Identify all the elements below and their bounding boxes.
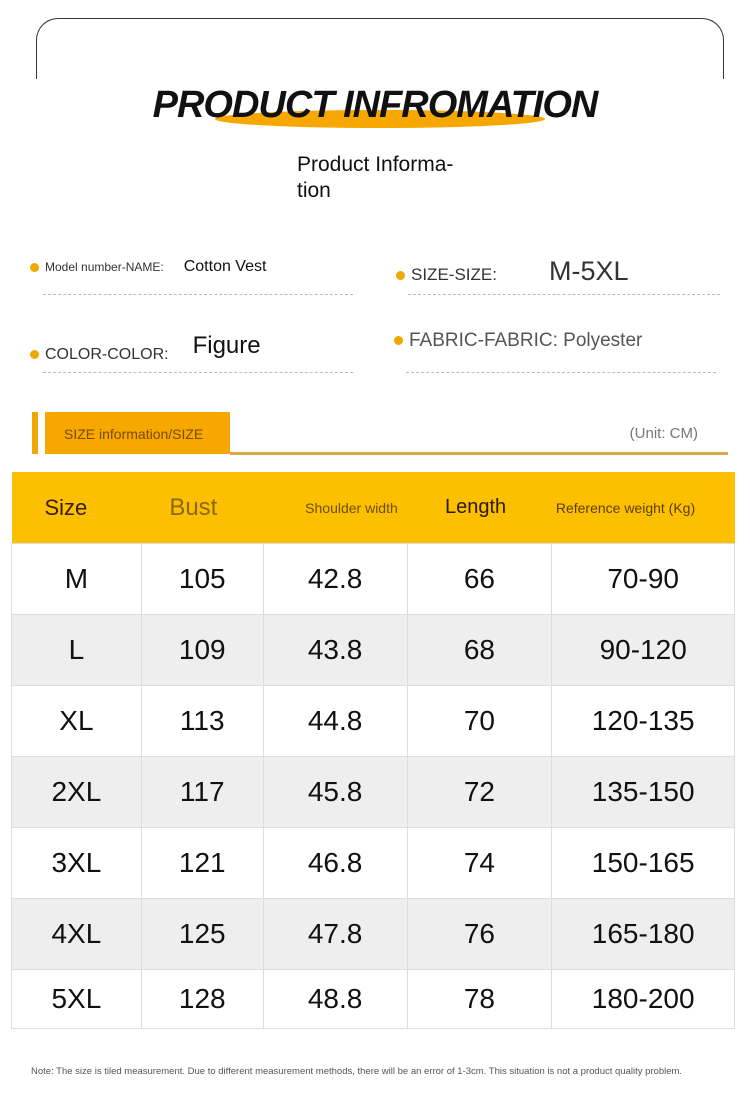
bullet-icon (30, 350, 39, 360)
table-cell: 150-165 (551, 827, 735, 899)
table-cell: 125 (140, 898, 264, 970)
divider (406, 372, 716, 373)
field-label: COLOR-COLOR: (45, 346, 169, 363)
table-cell: 113 (140, 685, 264, 757)
table-cell: 43.8 (262, 614, 408, 686)
table-cell: 66 (406, 543, 553, 615)
table-cell: 4XL (11, 898, 142, 970)
subtitle: Product Informa-tion (297, 153, 454, 202)
table-row: L 109 43.8 68 90-120 (11, 614, 735, 686)
field-label: SIZE-SIZE: (411, 265, 497, 284)
table-cell: 135-150 (551, 756, 735, 828)
table-row: M 105 42.8 66 70-90 (11, 543, 735, 615)
tab-accent (32, 412, 38, 454)
table-row: 2XL 117 45.8 72 135-150 (11, 756, 735, 828)
field-value: M-5XL (548, 256, 629, 286)
table-cell: 180-200 (551, 969, 735, 1029)
table-cell: 90-120 (551, 614, 735, 686)
unit-label: (Unit: CM) (629, 425, 698, 442)
divider (43, 294, 353, 295)
table-cell: 72 (406, 756, 553, 828)
table-row: 3XL 121 46.8 74 150-165 (11, 827, 735, 899)
header-weight: Reference weight (Kg) (551, 472, 735, 544)
title-text: PRODUCT INFROMATION (152, 84, 599, 126)
table-cell: M (11, 543, 142, 615)
table-cell: 70-90 (551, 543, 735, 615)
table-cell: XL (11, 685, 142, 757)
table-cell: 2XL (11, 756, 142, 828)
table-cell: 47.8 (262, 898, 408, 970)
table-cell: 68 (406, 614, 553, 686)
field-fabric: FABRIC-FABRIC: Polyester (394, 330, 642, 352)
table-cell: 128 (140, 969, 264, 1029)
header-bust: Bust (141, 472, 264, 544)
table-cell: 120-135 (551, 685, 735, 757)
field-value: Cotton Vest (183, 258, 267, 275)
bullet-icon (30, 263, 39, 273)
table-cell: 78 (406, 969, 553, 1029)
divider (43, 372, 353, 373)
table-header: Size Bust Shoulder width Length Referenc… (11, 472, 735, 544)
field-label: FABRIC-FABRIC: (409, 330, 558, 351)
table-cell: 117 (140, 756, 264, 828)
table-cell: 121 (140, 827, 264, 899)
header-shoulder: Shoulder width (263, 472, 407, 544)
table-row: 5XL 128 48.8 78 180-200 (11, 969, 735, 1029)
bullet-icon (396, 271, 405, 281)
top-frame (36, 18, 724, 79)
tab-underline (230, 452, 728, 455)
divider (408, 294, 720, 295)
table-cell: 45.8 (262, 756, 408, 828)
table-cell: 3XL (11, 827, 142, 899)
table-cell: 42.8 (262, 543, 408, 615)
header-length: Length (407, 472, 552, 544)
bullet-icon (394, 336, 403, 346)
table-cell: 46.8 (262, 827, 408, 899)
table-cell: 70 (406, 685, 553, 757)
table-cell: 48.8 (262, 969, 408, 1029)
note-text: Note: The size is tiled measurement. Due… (31, 1066, 683, 1077)
field-size: SIZE-SIZE: M-5XL (396, 256, 629, 287)
field-value: Polyester (563, 330, 643, 351)
page-title: PRODUCT INFROMATION (0, 84, 750, 127)
header-size: Size (11, 472, 142, 544)
table-cell: L (11, 614, 142, 686)
field-color: COLOR-COLOR: Figure (30, 332, 261, 366)
size-info-tab: SIZE information/SIZE (45, 412, 230, 454)
table-cell: 109 (140, 614, 264, 686)
table-row: XL 113 44.8 70 120-135 (11, 685, 735, 757)
table-row: 4XL 125 47.8 76 165-180 (11, 898, 735, 970)
table-cell: 165-180 (551, 898, 735, 970)
size-table: Size Bust Shoulder width Length Referenc… (11, 472, 735, 1029)
table-cell: 44.8 (262, 685, 408, 757)
field-value: Figure (192, 332, 261, 359)
table-cell: 105 (140, 543, 264, 615)
product-info-page: PRODUCT INFROMATION Product Informa-tion… (0, 0, 750, 1116)
field-model: Model number-NAME: Cotton Vest (30, 258, 266, 276)
table-cell: 76 (406, 898, 553, 970)
field-label: Model number-NAME: (45, 260, 164, 274)
table-cell: 5XL (11, 969, 142, 1029)
table-cell: 74 (406, 827, 553, 899)
